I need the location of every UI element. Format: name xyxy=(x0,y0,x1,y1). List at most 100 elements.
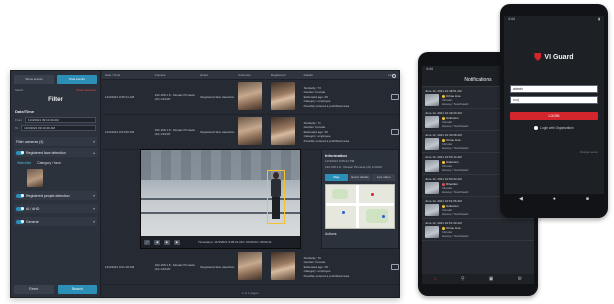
general-toggle[interactable] xyxy=(16,219,24,224)
row-camera: 192.168.1.8 - Mosaic Pinnacle (AI) 1/10/… xyxy=(154,262,195,272)
chevron-down-icon[interactable]: ▾ xyxy=(93,193,95,198)
ai-filter: AI / AHD ▾ xyxy=(14,204,97,213)
live-camera-icon[interactable] xyxy=(385,129,399,135)
phone-login: 4:44 ▮ VI Guard admin ••••| LOGIN Login … xyxy=(500,4,608,218)
column-header[interactable]: Unknown xyxy=(235,73,268,77)
tab-event-details[interactable]: Event details xyxy=(348,174,372,181)
row-camera: 192.168.1.8 - Mosaic Pinnacle (AI) 1/10/… xyxy=(154,127,195,137)
login-button[interactable]: LOGIN xyxy=(510,112,598,120)
unknown-face-image xyxy=(235,82,268,112)
reset-button[interactable]: Reset xyxy=(14,285,54,294)
row-date: 11/3/2021 9:05:21 AM xyxy=(105,94,135,99)
column-header[interactable]: Details xyxy=(301,73,385,77)
filter-title: Filter xyxy=(48,97,63,103)
tab-show-events[interactable]: Show events xyxy=(14,75,54,84)
registered-face-image xyxy=(268,82,301,112)
status-bar: 4:44 ▮ xyxy=(504,16,604,23)
rewind-icon[interactable]: ◀ xyxy=(154,239,160,245)
search-button[interactable]: Search xyxy=(57,285,97,294)
chevron-up-icon[interactable]: ▴ xyxy=(93,150,95,155)
notification-location: Harvey / Southward xyxy=(442,146,469,150)
to-date-input[interactable]: 11/3/2021 09:10:49 AM xyxy=(21,125,96,131)
chevron-down-icon[interactable]: ▾ xyxy=(93,206,95,211)
change-server-link[interactable]: Change server xyxy=(580,150,598,154)
home-icon[interactable]: ⌂ xyxy=(434,276,437,282)
org-login-link[interactable]: Login with Organization xyxy=(504,126,604,131)
column-header[interactable]: Camera xyxy=(152,73,198,77)
face-detection-filter: Registered face detection ▴ xyxy=(14,148,97,157)
row-event: Registered face detection xyxy=(200,129,235,134)
tab-past-events[interactable]: Past events xyxy=(57,75,97,84)
people-detection-filter: Registered people detection ▾ xyxy=(14,191,97,200)
settings-icon[interactable] xyxy=(392,74,396,78)
table-row[interactable]: 11/3/2021 9:04:52 AM 192.168.1.8 - Mosai… xyxy=(102,115,399,150)
notification-location: Harvey / Southward xyxy=(442,212,469,216)
live-camera-icon[interactable] xyxy=(385,94,399,100)
notification-thumbnail xyxy=(425,138,439,150)
watchlist-face-thumbnail[interactable] xyxy=(27,169,43,187)
video-player[interactable]: ⤢ ◀ ▶ ▶ Timestamp: 11/3/2021 9:05:21 AM … xyxy=(140,149,301,249)
column-header[interactable]: Date / Time xyxy=(102,73,152,77)
battery-icon: ▮ xyxy=(598,17,600,21)
username-field[interactable]: admin xyxy=(510,85,598,93)
row-date: 11/3/2021 9:04:52 AM xyxy=(105,129,135,134)
notification-thumbnail xyxy=(425,94,439,106)
face-subtabs: Watchlist Category / face xyxy=(11,159,100,167)
home-circle-icon[interactable]: ● xyxy=(553,196,556,202)
camera-icon[interactable]: ▣ xyxy=(489,276,494,282)
notification-thumbnail xyxy=(425,182,439,194)
chevron-down-icon: ▾ xyxy=(92,139,95,144)
player-timecode: Timestamp: 11/3/2021 9:05:21 AM / 00:00:… xyxy=(198,240,272,244)
map-pin-icon[interactable] xyxy=(382,215,385,218)
actions-label: Actions xyxy=(325,232,337,236)
camera-filter[interactable]: Filter cameras (3) ▾ xyxy=(14,137,97,146)
chevron-down-icon[interactable]: ▾ xyxy=(93,219,95,224)
clear-selection-link[interactable]: Clear selection xyxy=(76,88,96,92)
app-name: VI Guard xyxy=(544,53,574,61)
bottom-nav: ⌂ ⚲ ▣ ⚙ xyxy=(422,274,534,284)
from-label: From xyxy=(15,118,22,122)
people-detection-toggle[interactable] xyxy=(16,193,24,198)
table-row[interactable]: 11/3/2021 9:01:18 AM 192.168.1.8 - Mosai… xyxy=(102,250,399,285)
back-icon[interactable]: ◀ xyxy=(519,196,523,202)
information-panel: Information 11/3/2021 9:05:21 PM 192.168… xyxy=(321,149,399,249)
table-header: Date / Time Camera Event Unknown Registe… xyxy=(102,71,399,80)
detail-line: Possibly entered a prohibited area xyxy=(303,138,350,143)
live-camera-icon[interactable] xyxy=(385,264,399,270)
map-pin-icon[interactable] xyxy=(342,211,345,214)
mode-tabs: Show events Past events xyxy=(11,71,100,86)
fullscreen-icon[interactable]: ⤢ xyxy=(144,239,150,245)
select-link[interactable]: Select xyxy=(15,88,23,92)
ai-toggle[interactable] xyxy=(16,206,24,211)
location-map[interactable] xyxy=(325,184,395,229)
tab-watchlist[interactable]: Watchlist xyxy=(17,161,31,165)
map-pin-icon[interactable] xyxy=(371,193,374,196)
column-header[interactable]: Event xyxy=(197,73,235,77)
from-date-input[interactable]: 11/3/2021 09:10:49 AM xyxy=(25,117,96,123)
notification-time: June 12, 2021 10:51:40 AM xyxy=(425,221,462,225)
google-icon xyxy=(534,126,539,131)
notification-item[interactable]: June 12, 2021 10:51:40 AM Crime Line Int… xyxy=(422,219,534,241)
row-details: Similarity: 71 Gender: Female Estimated … xyxy=(301,121,385,144)
camera-filter-label: Filter cameras (3) xyxy=(16,139,44,144)
recents-icon[interactable]: ■ xyxy=(586,196,589,202)
column-header[interactable]: Registered xyxy=(268,73,301,77)
tab-map[interactable]: Map xyxy=(325,174,348,181)
notification-location: Harvey / Southward xyxy=(442,190,469,194)
tab-category[interactable]: Category / face xyxy=(37,161,61,165)
search-icon[interactable]: ⚲ xyxy=(461,276,465,282)
tab-live-video[interactable]: Live video xyxy=(372,174,396,181)
unknown-face-image xyxy=(235,117,268,147)
to-row: To 11/3/2021 09:10:49 AM xyxy=(11,124,100,132)
table-row[interactable]: 11/3/2021 9:05:21 AM 192.168.1.8 - Mosai… xyxy=(102,80,399,115)
row-details: Similarity: 70 Gender: Female Estimated … xyxy=(301,256,385,279)
row-event: Registered face detection xyxy=(200,264,235,269)
play-icon[interactable]: ▶ xyxy=(164,239,170,245)
forward-icon[interactable]: ▶ xyxy=(174,239,180,245)
notification-thumbnail xyxy=(425,160,439,172)
face-detection-toggle[interactable] xyxy=(16,150,24,155)
notification-thumbnail xyxy=(425,204,439,216)
password-field[interactable]: ••••| xyxy=(510,96,598,104)
desktop-app-window: Show events Past events Select Clear sel… xyxy=(10,70,400,298)
settings-icon[interactable]: ⚙ xyxy=(517,276,521,282)
